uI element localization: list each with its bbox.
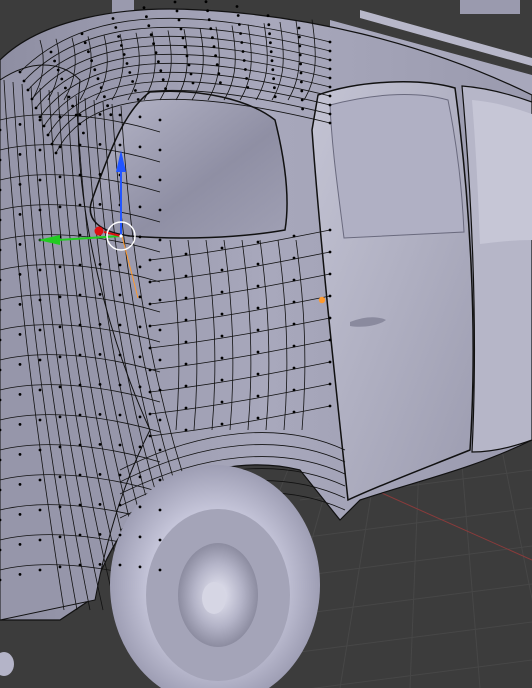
- 3d-viewport[interactable]: [0, 0, 532, 688]
- ground-object: [0, 652, 14, 676]
- selected-vertex[interactable]: [318, 296, 326, 304]
- viewport-canvas[interactable]: [0, 0, 532, 688]
- x-axis-handle-icon[interactable]: [94, 226, 104, 236]
